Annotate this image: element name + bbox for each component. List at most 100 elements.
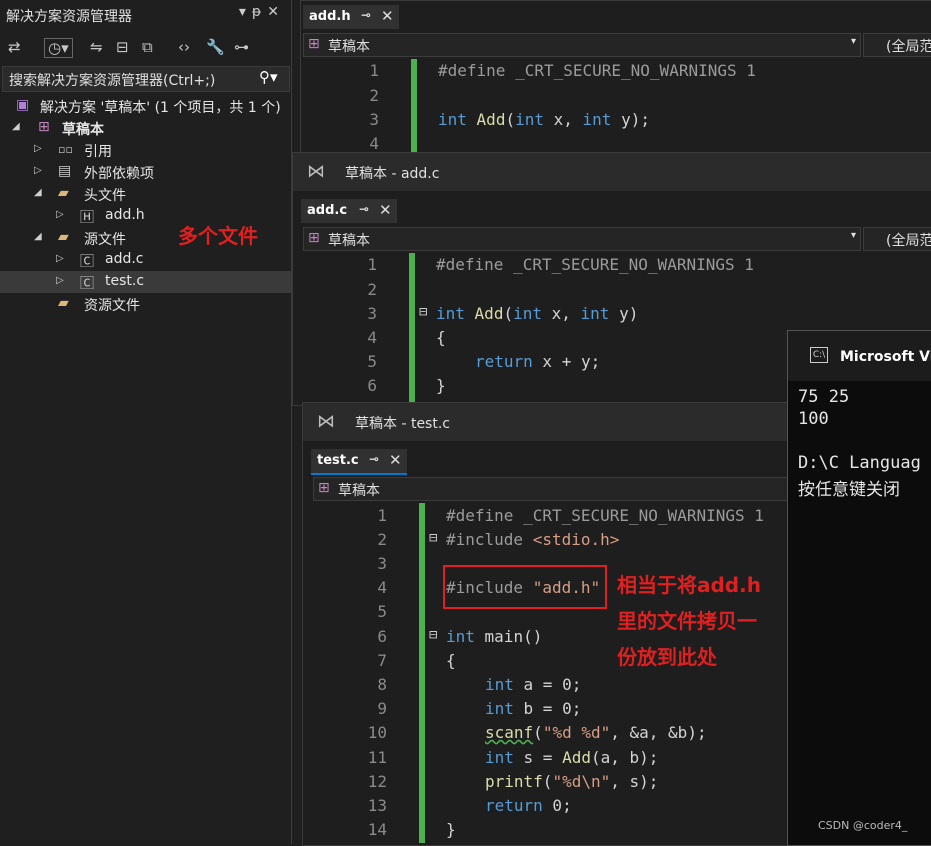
tree-item-resource-files[interactable]: ▰ 资源文件 bbox=[0, 293, 291, 315]
properties-wrench-icon[interactable]: 🔧 bbox=[206, 38, 225, 56]
tree-label: add.h bbox=[105, 207, 145, 223]
tree-label: 源文件 bbox=[84, 232, 126, 248]
sync-icon[interactable]: ⇄ bbox=[8, 38, 21, 56]
visual-studio-logo-icon: ⋈ bbox=[307, 161, 325, 182]
close-icon[interactable]: ✕ bbox=[379, 201, 392, 219]
close-icon[interactable]: ✕ bbox=[381, 7, 394, 25]
tree-item-references[interactable]: ▷ ▫▫ 引用 bbox=[0, 139, 291, 161]
tree-label: 引用 bbox=[84, 144, 112, 160]
pin-icon[interactable]: ⊸ bbox=[369, 452, 379, 466]
console-titlebar: C:\ Microsoft Vis bbox=[788, 331, 931, 381]
collapse-arrow-icon[interactable]: ▷ bbox=[34, 165, 42, 176]
project-icon: ⊞ bbox=[308, 230, 320, 246]
expand-arrow-icon[interactable]: ◢ bbox=[12, 121, 20, 132]
code-line[interactable]: return 0; bbox=[485, 796, 572, 815]
code-line[interactable]: printf("%d\n", s); bbox=[485, 772, 658, 791]
code-line[interactable]: return x + y; bbox=[475, 352, 600, 371]
tab-add-h[interactable]: add.h ⊸ ✕ bbox=[303, 5, 399, 29]
window-titlebar: ⋈ 草稿本 - add.c bbox=[293, 153, 931, 191]
code-line[interactable]: int Add(int x, int y) bbox=[436, 304, 638, 323]
tree-item-test-c[interactable]: ▷ 🄲 test.c bbox=[0, 271, 291, 293]
console-output-line: 按任意键关闭 bbox=[798, 480, 900, 500]
tree-label: add.c bbox=[105, 251, 144, 267]
editor-window-add-h: add.h ⊸ ✕ ⊞ 草稿本 ▾ (全局范 1 2 3 4 #define _… bbox=[300, 0, 931, 162]
line-number: 3 bbox=[369, 110, 379, 129]
tree-label: test.c bbox=[105, 273, 145, 289]
nav-project-dropdown[interactable]: ⊞ 草稿本 ▾ bbox=[303, 33, 861, 57]
nav-project-dropdown[interactable]: ⊞ 草稿本 bbox=[313, 477, 795, 501]
solution-icon: ▣ bbox=[16, 97, 30, 113]
code-line[interactable]: int b = 0; bbox=[485, 699, 581, 718]
visual-studio-logo-icon: ⋈ bbox=[317, 411, 335, 432]
search-icon[interactable]: ⚲▾ bbox=[259, 68, 278, 86]
chevron-down-icon: ▾ bbox=[850, 230, 856, 241]
line-number: 4 bbox=[377, 578, 387, 597]
line-number: 2 bbox=[369, 86, 379, 105]
search-input[interactable]: 搜索解决方案资源管理器(Ctrl+;) ⚲▾ bbox=[2, 66, 290, 92]
tab-add-c[interactable]: add.c ⊸ ✕ bbox=[301, 199, 397, 223]
collapse-toggle-icon[interactable]: ⊟ bbox=[419, 304, 427, 320]
dropdown-icon[interactable]: ▾ bbox=[239, 4, 252, 20]
history-icon[interactable]: ◷▾ bbox=[44, 38, 73, 58]
nav-scope-label: (全局范 bbox=[886, 233, 931, 249]
project-label: 草稿本 bbox=[62, 122, 104, 138]
code-line[interactable]: int a = 0; bbox=[485, 675, 581, 694]
close-icon[interactable]: ✕ bbox=[267, 4, 285, 20]
tree-solution[interactable]: ▣ 解决方案 '草稿本' (1 个项目，共 1 个) bbox=[0, 95, 291, 117]
code-line[interactable]: #include <stdio.h> bbox=[446, 530, 619, 549]
code-line[interactable]: #define _CRT_SECURE_NO_WARNINGS 1 bbox=[446, 506, 764, 525]
close-icon[interactable]: ✕ bbox=[389, 451, 402, 469]
code-line[interactable]: } bbox=[436, 376, 446, 395]
pin-icon[interactable]: ⊸ bbox=[361, 8, 371, 22]
line-number: 3 bbox=[367, 304, 377, 323]
line-number: 13 bbox=[367, 796, 387, 815]
line-number: 9 bbox=[377, 699, 387, 718]
collapse-toggle-icon[interactable]: ⊟ bbox=[429, 530, 437, 546]
code-line[interactable]: int Add(int x, int y); bbox=[438, 110, 650, 129]
code-line[interactable]: { bbox=[446, 651, 456, 670]
line-number: 10 bbox=[367, 723, 387, 742]
tree-project[interactable]: ◢ ⊞ 草稿本 bbox=[0, 117, 291, 139]
nav-scope-dropdown[interactable]: (全局范 bbox=[863, 33, 931, 57]
solution-explorer-panel: 解决方案资源管理器 ▾ᵽ✕ ⇄ ◷▾ ⇋ ⊟ ⧉ ‹› 🔧 ⊶ 搜索解决方案资源… bbox=[0, 0, 292, 844]
pin-icon[interactable]: ⊸ bbox=[359, 202, 369, 216]
code-line[interactable]: } bbox=[446, 820, 456, 839]
folder-filter-icon: ▰ bbox=[58, 295, 69, 311]
project-icon: ⊞ bbox=[38, 119, 50, 135]
annotation-line: 份放到此处 bbox=[617, 645, 717, 669]
code-line[interactable]: scanf("%d %d", &a, &b); bbox=[485, 723, 707, 742]
search-placeholder: 搜索解决方案资源管理器(Ctrl+;) bbox=[9, 73, 216, 89]
switch-views-icon[interactable]: ⇋ bbox=[90, 38, 103, 56]
tab-label: test.c bbox=[317, 453, 359, 468]
collapse-toggle-icon[interactable]: ⊟ bbox=[429, 627, 437, 643]
code-line[interactable]: #define _CRT_SECURE_NO_WARNINGS 1 bbox=[436, 255, 754, 274]
tree-item-header-files[interactable]: ◢ ▰ 头文件 bbox=[0, 183, 291, 205]
tab-test-c[interactable]: test.c ⊸ ✕ bbox=[311, 449, 407, 473]
line-number: 12 bbox=[367, 772, 387, 791]
tree-item-external-deps[interactable]: ▷ ▤ 外部依赖项 bbox=[0, 161, 291, 183]
expand-arrow-icon[interactable]: ◢ bbox=[34, 231, 42, 242]
collapse-arrow-icon[interactable]: ▷ bbox=[56, 275, 64, 286]
collapse-arrow-icon[interactable]: ▷ bbox=[34, 143, 42, 154]
pin-icon[interactable]: ᵽ bbox=[252, 4, 267, 20]
code-line[interactable]: int s = Add(a, b); bbox=[485, 748, 658, 767]
nav-scope-dropdown[interactable]: (全局范 bbox=[863, 227, 931, 251]
preview-icon[interactable]: ⊶ bbox=[234, 38, 249, 56]
code-line[interactable]: { bbox=[436, 328, 446, 347]
line-number: 1 bbox=[377, 506, 387, 525]
collapse-arrow-icon[interactable]: ▷ bbox=[56, 209, 64, 220]
panel-controls[interactable]: ▾ᵽ✕ bbox=[239, 4, 285, 20]
show-all-files-icon[interactable]: ⧉ bbox=[142, 38, 153, 56]
console-output-line: 75 25 bbox=[798, 387, 850, 407]
c-file-icon: 🄲 bbox=[80, 254, 94, 270]
code-line[interactable]: int main() bbox=[446, 627, 542, 646]
nav-project-dropdown[interactable]: ⊞ 草稿本 ▾ bbox=[303, 227, 861, 251]
tree-item-add-c[interactable]: ▷ 🄲 add.c bbox=[0, 249, 291, 271]
code-icon[interactable]: ‹› bbox=[178, 38, 190, 56]
line-number: 2 bbox=[377, 530, 387, 549]
collapse-arrow-icon[interactable]: ▷ bbox=[56, 253, 64, 264]
collapse-all-icon[interactable]: ⊟ bbox=[116, 38, 129, 56]
watermark: CSDN @coder4_ bbox=[818, 819, 908, 832]
code-line[interactable]: #define _CRT_SECURE_NO_WARNINGS 1 bbox=[438, 61, 756, 80]
expand-arrow-icon[interactable]: ◢ bbox=[34, 187, 42, 198]
